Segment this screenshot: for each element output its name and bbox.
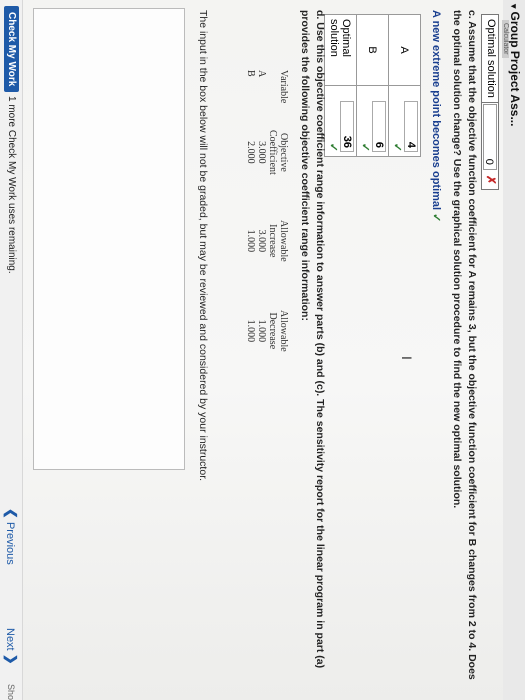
next-label: Next — [4, 628, 16, 651]
coef-b: 2.000 — [245, 141, 256, 164]
row-label-optimal-solution: Optimal solution — [324, 14, 357, 86]
check-my-work-button[interactable]: Check My Work — [4, 6, 19, 93]
show-link-partial[interactable]: Sho — [6, 684, 16, 700]
chevron-down-icon[interactable]: ▾ — [509, 4, 519, 9]
new-extreme-point-answer[interactable]: A new extreme point becomes optimal ✓ — [430, 10, 443, 222]
rotated-page: ▾ Group Project Ass... Calculator Optimal… — [0, 0, 525, 700]
table-row: A 4 ✓ — [388, 14, 421, 157]
header-variable-2 — [267, 70, 278, 103]
cell-optimal-solution: 36 ✓ — [324, 85, 357, 157]
variable-column: Variable A B — [245, 70, 289, 103]
header-coefficient: Coefficient — [267, 130, 278, 175]
optimal-solution-label: Optimal solution — [482, 15, 498, 103]
title-bar: ▾ Group Project Ass... Calculator — [502, 0, 525, 700]
header-increase: Increase — [267, 224, 278, 258]
free-response-textarea[interactable] — [33, 8, 185, 470]
chevron-left-icon: ❮ — [4, 508, 19, 519]
chevron-right-icon: ❯ — [4, 653, 19, 665]
variable-a: A — [256, 70, 267, 78]
previous-button[interactable]: ❮ Previous — [3, 508, 19, 565]
table-row: Optimal solution 36 ✓ — [324, 14, 357, 157]
previous-label: Previous — [4, 521, 16, 565]
header-variable: Variable — [278, 70, 289, 104]
check-icon: ✓ — [327, 142, 339, 152]
header-allowable-2: Allowable — [278, 310, 289, 352]
part-d-question: d. Use this objective coefficient range … — [299, 10, 326, 669]
cell-b: 6 ✓ — [356, 85, 389, 157]
row-label-b: B — [356, 14, 389, 86]
decrease-b: 1.000 — [245, 319, 256, 343]
allowable-decrease-column: Allowable Decrease 1.000 1.000 — [245, 310, 289, 352]
bottom-bar: Check My Work 1 more Check My Work uses … — [0, 0, 23, 700]
optimal-solution-input[interactable]: 0 — [483, 103, 497, 170]
previous-optimal-solution-row: Optimal solution 0 ✗ — [481, 14, 499, 190]
decrease-a: 1.000 — [256, 319, 267, 343]
increase-a: 3.000 — [256, 229, 267, 253]
allowable-increase-column: Allowable Increase 3.000 1.000 — [245, 220, 289, 262]
text-cursor-icon: I — [399, 356, 415, 360]
header-objective: Objective — [278, 132, 289, 172]
next-button[interactable]: Next ❯ — [3, 628, 19, 665]
coef-a: 3.000 — [256, 141, 267, 164]
part-c-question: c. Assume that the objective function co… — [451, 10, 478, 680]
variable-b: B — [245, 70, 256, 77]
input-optimal-solution[interactable]: 36 — [340, 101, 354, 152]
header-allowable: Allowable — [278, 220, 289, 262]
assignment-title[interactable]: ▾ Group Project Ass... — [508, 4, 522, 126]
row-label-a: A — [388, 14, 421, 86]
part-c-answer-table: A 4 ✓ B 6 ✓ Optimal solution 36 ✓ — [324, 14, 421, 157]
assignment-title-text: Group Project Ass... — [508, 11, 522, 127]
header-decrease: Decrease — [267, 312, 278, 350]
calculator-tab[interactable]: Calculator — [502, 20, 509, 58]
input-a[interactable]: 4 — [404, 101, 418, 152]
increase-b: 1.000 — [245, 229, 256, 253]
input-b[interactable]: 6 — [372, 101, 386, 152]
objective-coefficient-column: Objective Coefficient 3.000 2.000 — [245, 130, 289, 175]
new-extreme-point-text: A new extreme point becomes optimal — [430, 10, 442, 211]
cell-a: 4 ✓ — [388, 85, 421, 157]
ungraded-note: The input in the box below will not be g… — [197, 10, 209, 482]
check-icon: ✓ — [430, 213, 442, 223]
table-row: B 6 ✓ — [356, 14, 389, 157]
check-icon: ✓ — [391, 142, 403, 152]
attempts-remaining-text: 1 more Check My Work uses remaining. — [6, 96, 17, 274]
incorrect-icon: ✗ — [484, 174, 498, 185]
check-icon: ✓ — [359, 142, 371, 152]
